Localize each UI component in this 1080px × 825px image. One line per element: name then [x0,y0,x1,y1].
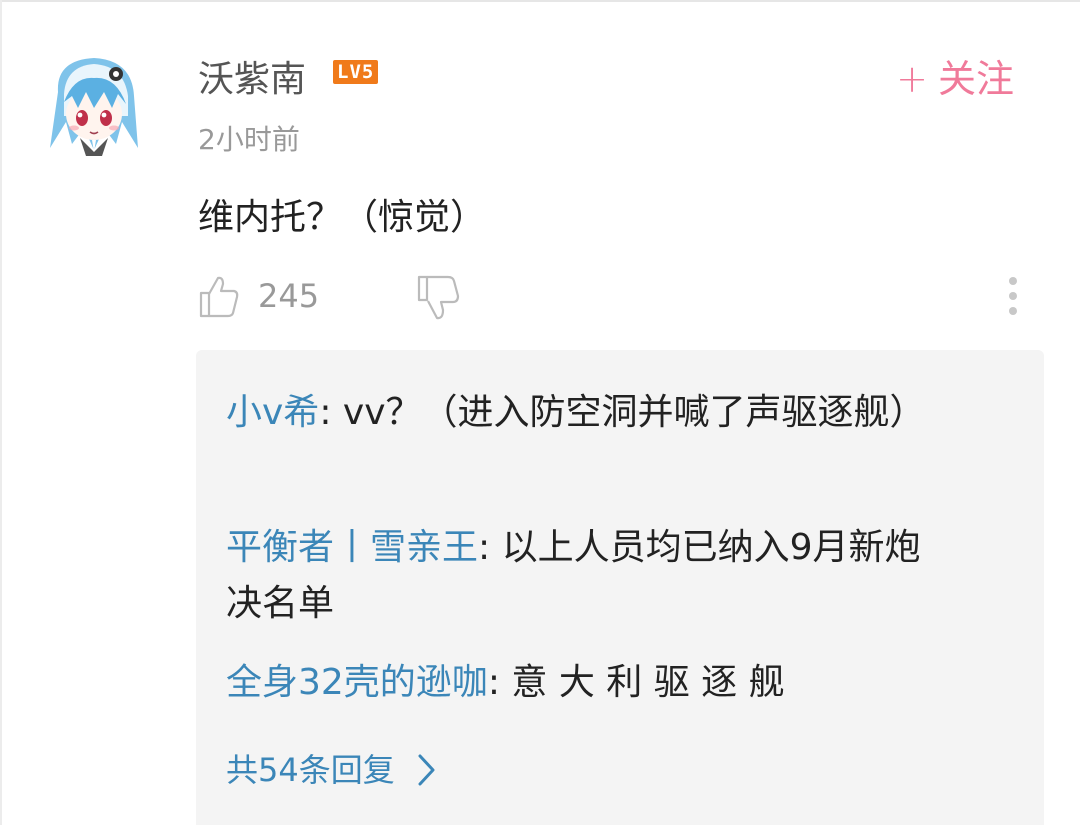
follow-label: 关注 [937,57,1014,101]
comment-text: 维内托？（惊觉） [198,197,487,238]
reply-text: 意 大 利 驱 逐 舰 [511,662,785,703]
view-more-replies-link[interactable]: 共54条回复 [226,745,437,791]
comment-timestamp: 2小时前 [198,123,300,156]
reply-item: 小v希: vv？（进入防空洞并喊了声驱逐舰） [226,385,956,441]
reply-separator: : [478,527,502,568]
reply-separator: : [319,392,343,433]
reply-text: vv？（进入防空洞并喊了声驱逐舰） [342,392,926,433]
replies-panel: 小v希: vv？（进入防空洞并喊了声驱逐舰） 平衡者丨雪亲王: 以上人员均已纳入… [196,350,1044,825]
more-replies-label: 共54条回复 [226,751,395,789]
comment-actions: 245 [198,270,1028,330]
avatar[interactable] [44,52,144,156]
reply-separator: : [487,662,512,703]
reply-item: 全身32壳的逊咖: 意 大 利 驱 逐 舰 [226,655,956,711]
comment-card: 沃紫南 LV5 + 关注 2小时前 维内托？（惊觉） 245 小v希: vv？（进… [0,0,1080,825]
follow-button[interactable]: + 关注 [896,48,1014,103]
thumbs-up-icon [199,276,239,318]
more-vertical-icon[interactable] [998,274,1028,316]
reply-author[interactable]: 平衡者丨雪亲王 [226,527,478,568]
username[interactable]: 沃紫南 [198,50,306,102]
reply-item: 平衡者丨雪亲王: 以上人员均已纳入9月新炮决名单 [226,520,956,632]
avatar-image [50,58,138,156]
level-badge: LV5 [333,60,379,84]
like-button[interactable]: 245 [198,274,319,318]
like-count: 245 [258,277,320,315]
chevron-right-icon [418,754,435,786]
dislike-button[interactable] [416,274,460,326]
reply-author[interactable]: 小v希 [226,392,319,433]
reply-author[interactable]: 全身32壳的逊咖 [226,662,488,703]
plus-icon: + [896,57,928,101]
thumbs-down-icon [417,275,460,320]
